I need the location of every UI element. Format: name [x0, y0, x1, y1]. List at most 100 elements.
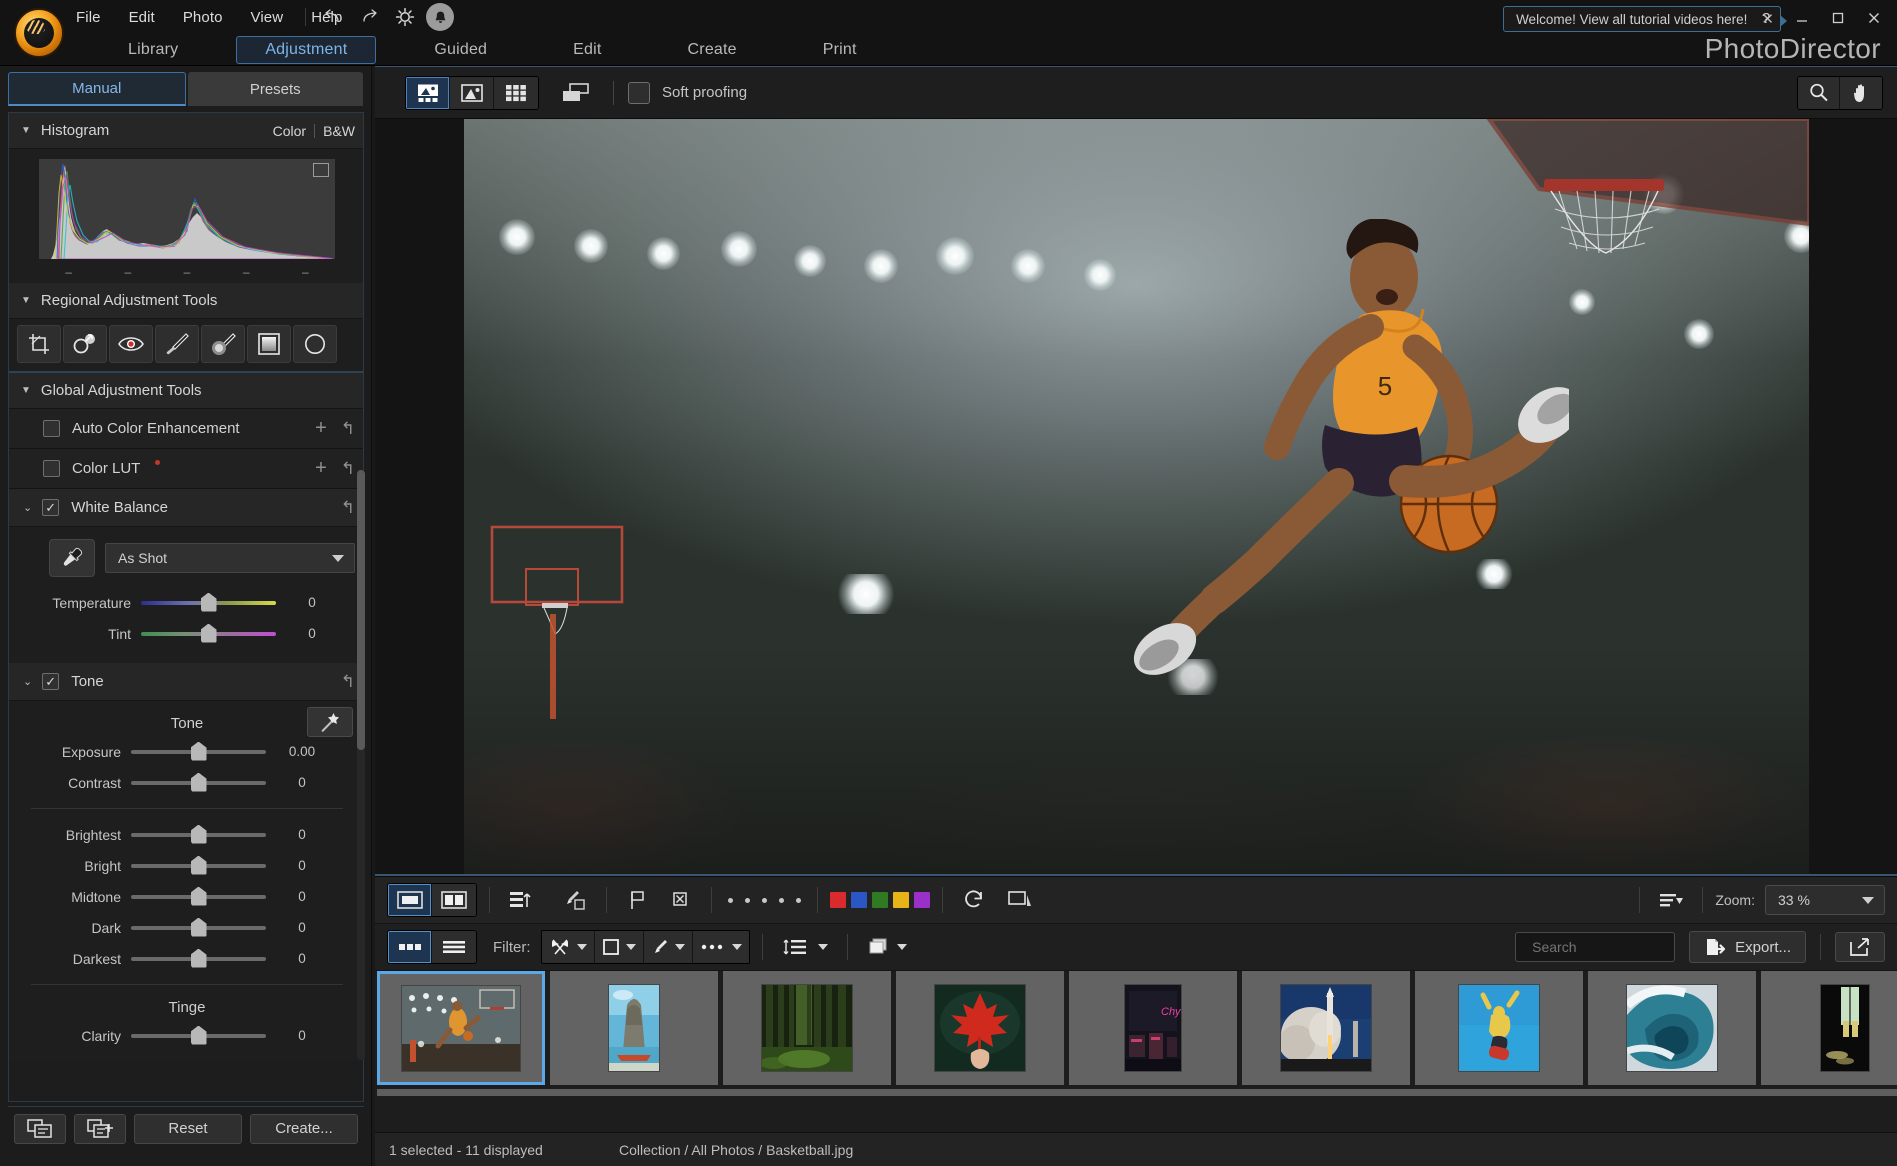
search-box[interactable]	[1515, 932, 1675, 962]
plus-icon[interactable]: +	[315, 457, 327, 480]
histogram-mode-bw[interactable]: B&W	[323, 123, 355, 139]
thumb-wave[interactable]	[1588, 971, 1756, 1085]
welcome-notification-banner[interactable]: Welcome! View all tutorial videos here! …	[1503, 6, 1781, 32]
nav-tab-adjustment[interactable]: Adjustment	[236, 36, 376, 64]
slider-bright[interactable]: Bright 0	[9, 850, 364, 881]
adjustment-brush-tool-icon[interactable]	[155, 325, 199, 363]
slider-clarity[interactable]: Clarity 0	[9, 1020, 364, 1051]
rating-filter-button[interactable]	[693, 931, 749, 963]
radial-mask-tool-icon[interactable]	[293, 325, 337, 363]
rating-dot[interactable]	[762, 898, 767, 903]
nav-tab-edit[interactable]: Edit	[545, 37, 629, 63]
grid-view-icon[interactable]	[494, 77, 538, 109]
plus-icon[interactable]: +	[315, 417, 327, 440]
slider-value[interactable]: 0	[276, 626, 348, 641]
thumb-island[interactable]	[550, 971, 718, 1085]
photo-basketball-dunk[interactable]: 5	[464, 119, 1809, 876]
color-label-filter-button[interactable]	[595, 931, 644, 963]
photo-canvas[interactable]: 5	[375, 119, 1897, 876]
filmstrip-view-icon[interactable]	[406, 77, 450, 109]
reset-button[interactable]: Reset	[134, 1114, 242, 1144]
slider-contrast[interactable]: Contrast 0	[9, 767, 364, 798]
single-photo-view-icon[interactable]	[450, 77, 494, 109]
single-pane-mode-icon[interactable]	[388, 884, 432, 916]
slider-track[interactable]	[131, 864, 266, 868]
nav-tab-print[interactable]: Print	[795, 37, 885, 63]
rating-dot[interactable]	[728, 898, 733, 903]
undo-arrow-icon[interactable]: ↰	[341, 672, 355, 692]
slider-darkest[interactable]: Darkest 0	[9, 943, 364, 974]
list-options-icon[interactable]	[1652, 885, 1690, 915]
slider-value[interactable]: 0	[276, 595, 348, 610]
slider-knob[interactable]	[191, 887, 207, 906]
thumbnail-filmstrip[interactable]: Chy	[375, 971, 1897, 1085]
slider-track[interactable]	[131, 781, 266, 785]
nav-tab-library[interactable]: Library	[100, 37, 206, 63]
global-row-color-lut[interactable]: Color LUT + ↰	[9, 449, 364, 489]
create-preset-button[interactable]: Create...	[250, 1114, 358, 1144]
white-balance-section-header[interactable]: ⌄ ✓ White Balance ↰	[9, 489, 364, 527]
pan-hand-tool-icon[interactable]	[1840, 77, 1882, 109]
rating-dot[interactable]	[745, 898, 750, 903]
eyedropper-icon[interactable]	[49, 539, 95, 577]
maximize-button[interactable]	[1821, 3, 1855, 33]
slider-track[interactable]	[131, 957, 266, 961]
zoom-level-select[interactable]: 33 %	[1765, 885, 1885, 915]
color-label-blue[interactable]	[851, 892, 867, 908]
global-row-auto-color-enhancement[interactable]: Auto Color Enhancement + ↰	[9, 409, 364, 449]
help-button[interactable]: ?	[1749, 3, 1783, 33]
global-tools-section-header[interactable]: ▼ Global Adjustment Tools	[9, 373, 364, 409]
slider-knob[interactable]	[191, 773, 207, 792]
settings-gear-icon[interactable]	[390, 3, 420, 31]
slider-track[interactable]	[131, 1034, 266, 1038]
thumb-maple-leaf[interactable]	[896, 971, 1064, 1085]
slider-knob[interactable]	[191, 949, 207, 968]
nav-tab-guided[interactable]: Guided	[406, 37, 515, 63]
search-input[interactable]	[1532, 939, 1713, 955]
zoom-magnifier-tool-icon[interactable]	[1798, 77, 1840, 109]
nav-tab-create[interactable]: Create	[660, 37, 765, 63]
slider-value[interactable]: 0	[266, 858, 338, 873]
thumb-skateboarder[interactable]	[1415, 971, 1583, 1085]
color-label-green[interactable]	[872, 892, 888, 908]
undo-arrow-icon[interactable]: ↰	[341, 498, 355, 518]
slider-midtone[interactable]: Midtone 0	[9, 881, 364, 912]
tone-section-header[interactable]: ⌄ ✓ Tone ↰	[9, 663, 364, 701]
soft-proofing-checkbox[interactable]	[628, 82, 650, 104]
slider-knob[interactable]	[191, 1026, 207, 1045]
panel-vertical-scrollbar[interactable]	[357, 470, 365, 1060]
gradient-mask-tool-icon[interactable]	[247, 325, 291, 363]
rating-dot[interactable]	[779, 898, 784, 903]
undo-icon[interactable]	[318, 3, 348, 31]
color-label-purple[interactable]	[914, 892, 930, 908]
slider-value[interactable]: 0	[266, 920, 338, 935]
slider-knob[interactable]	[201, 593, 217, 612]
open-external-icon[interactable]	[1835, 932, 1885, 962]
slider-knob[interactable]	[201, 624, 217, 643]
slider-value[interactable]: 0.00	[266, 744, 338, 759]
list-rows-icon[interactable]	[432, 931, 476, 963]
checkbox-white-balance[interactable]: ✓	[42, 499, 59, 516]
compare-windows-icon[interactable]	[553, 77, 599, 109]
slider-track[interactable]	[131, 750, 266, 754]
filmstrip-horizontal-scrollbar[interactable]	[377, 1089, 1895, 1096]
flag-icon[interactable]	[619, 885, 657, 915]
slider-value[interactable]: 0	[266, 1028, 338, 1043]
checkbox-tone[interactable]: ✓	[42, 673, 59, 690]
copy-settings-icon[interactable]	[14, 1114, 66, 1144]
checkbox-auto-color-enhancement[interactable]	[43, 420, 60, 437]
slider-track[interactable]	[131, 926, 266, 930]
pencil-marker-icon[interactable]	[556, 885, 594, 915]
stack-icon[interactable]	[860, 931, 914, 963]
magic-wand-icon[interactable]	[307, 707, 353, 737]
color-label-red[interactable]	[830, 892, 846, 908]
reject-flag-icon[interactable]	[661, 885, 699, 915]
rating-dots[interactable]	[724, 898, 805, 903]
thumb-basketball[interactable]	[377, 971, 545, 1085]
scrollbar-thumb[interactable]	[357, 470, 365, 750]
slider-knob[interactable]	[191, 742, 207, 761]
scrollbar-thumb[interactable]	[377, 1089, 1897, 1096]
thumbnail-grid-icon[interactable]	[388, 931, 432, 963]
slider-knob[interactable]	[191, 918, 207, 937]
histogram-graph[interactable]	[39, 159, 335, 259]
